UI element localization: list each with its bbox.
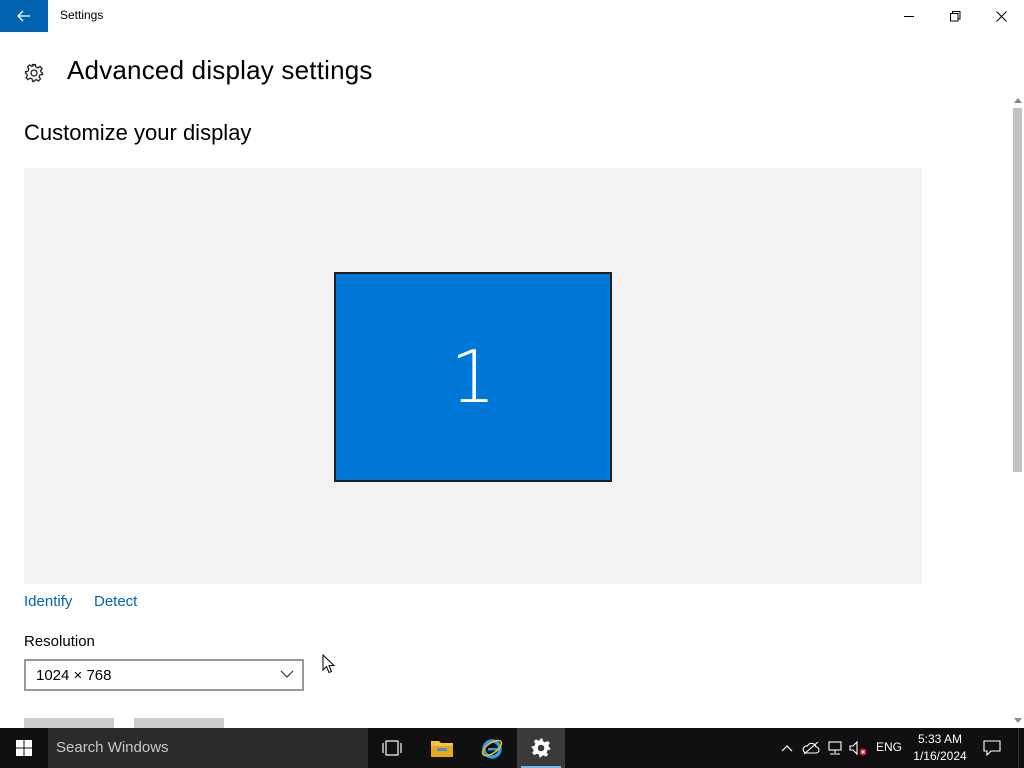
search-box[interactable]: Search Windows <box>48 728 368 768</box>
identify-link[interactable]: Identify <box>24 593 72 610</box>
clock[interactable]: 5:33 AM 1/16/2024 <box>910 731 970 765</box>
volume-muted-icon <box>849 740 867 756</box>
restore-button[interactable] <box>932 0 978 32</box>
mouse-cursor-icon <box>322 654 336 674</box>
action-center-button[interactable] <box>980 728 1004 768</box>
cloud-icon <box>802 741 820 755</box>
task-view-icon <box>382 740 402 756</box>
page-header <box>24 56 44 90</box>
detect-link[interactable]: Detect <box>94 593 137 610</box>
show-hidden-icons-button[interactable] <box>778 728 796 768</box>
scroll-thumb[interactable] <box>1013 108 1022 472</box>
language-indicator[interactable]: ENG <box>876 740 902 754</box>
minimize-icon <box>903 15 914 17</box>
network-icon <box>828 741 842 755</box>
folder-icon <box>431 741 453 757</box>
clock-time: 5:33 AM <box>917 732 963 746</box>
scroll-up-arrow-icon[interactable] <box>1014 98 1022 103</box>
clock-date: 1/16/2024 <box>913 749 967 763</box>
monitor-1-tile[interactable]: 1 <box>334 272 612 482</box>
chevron-up-icon <box>781 745 793 752</box>
resolution-value: 1024 × 768 <box>36 667 112 684</box>
internet-explorer-button[interactable] <box>468 728 516 768</box>
settings-taskbar-button[interactable] <box>517 728 565 768</box>
restore-icon <box>949 10 960 21</box>
volume-tray-button[interactable] <box>848 728 868 768</box>
resolution-label: Resolution <box>24 633 95 650</box>
network-tray-button[interactable] <box>825 728 845 768</box>
title-bar: Settings <box>0 0 1024 32</box>
chevron-down-icon <box>280 670 294 678</box>
start-button[interactable] <box>0 728 48 768</box>
windows-logo-icon <box>16 740 32 756</box>
apply-button[interactable] <box>24 718 114 728</box>
file-explorer-button[interactable] <box>418 728 466 768</box>
section-title: Customize your display <box>24 120 252 145</box>
monitor-number: 1 <box>450 335 496 419</box>
task-view-button[interactable] <box>368 728 416 768</box>
back-arrow-icon <box>17 10 30 22</box>
vertical-scrollbar[interactable] <box>1011 96 1024 728</box>
search-placeholder: Search Windows <box>56 739 169 756</box>
close-button[interactable] <box>978 0 1024 32</box>
close-icon <box>995 10 1007 22</box>
notification-icon <box>983 740 1001 756</box>
internet-explorer-icon <box>481 739 503 759</box>
page-title: Advanced display settings <box>67 55 373 85</box>
minimize-button[interactable] <box>886 0 932 32</box>
taskbar: Search Windows ENG 5:33 AM 1/16/2024 <box>0 728 1024 768</box>
scroll-down-arrow-icon[interactable] <box>1014 718 1022 723</box>
gear-icon <box>531 738 551 758</box>
display-arrangement-area: 1 <box>24 168 922 584</box>
onedrive-tray-button[interactable] <box>801 728 821 768</box>
resolution-dropdown[interactable]: 1024 × 768 <box>24 659 304 691</box>
show-desktop-button[interactable] <box>1018 728 1024 768</box>
window-title: Settings <box>60 8 104 22</box>
back-button[interactable] <box>0 0 48 32</box>
cancel-button[interactable] <box>134 718 224 728</box>
gear-icon <box>24 63 44 83</box>
